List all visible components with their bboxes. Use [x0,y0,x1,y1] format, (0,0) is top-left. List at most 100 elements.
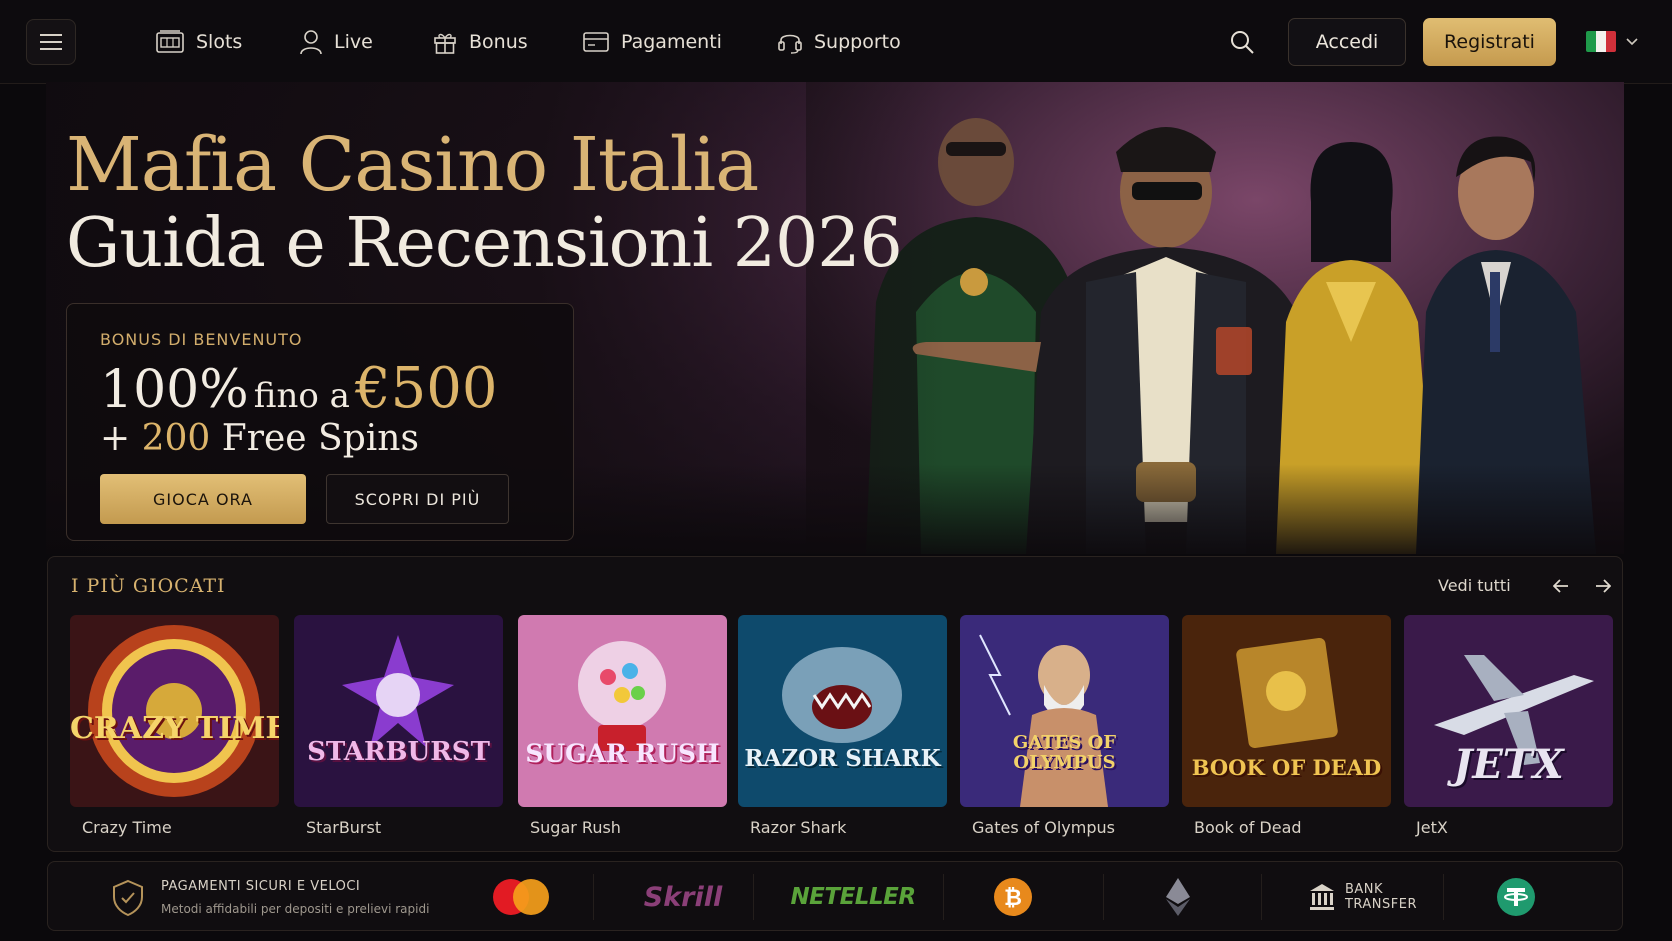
game-thumbnail[interactable]: JETX [1404,615,1613,807]
game-thumbnail[interactable]: STARBURST [294,615,503,807]
arrow-right-icon [1596,579,1611,593]
play-now-button[interactable]: GIOCA ORA [100,474,306,524]
divider [1261,874,1262,920]
payments-bar: PAGAMENTI SICURI E VELOCI Metodi affidab… [47,861,1623,931]
game-thumbnail[interactable]: GATES OF OLYMPUS [960,615,1169,807]
bonus-eyebrow: BONUS DI BENVENUTO [100,330,303,349]
sugar-rush-artwork [518,615,727,807]
hero-title-line2: Guida e Recensioni 2026 [66,204,903,283]
nav-label-supporto: Supporto [814,31,901,53]
nav-label-slots: Slots [196,31,243,53]
game-card[interactable]: STARBURST StarBurst [294,615,503,849]
bonus-spins-label: Free Spins [221,418,419,459]
bonus-plus: + [100,418,131,459]
nav-item-bonus[interactable]: Bonus [433,24,528,60]
jetx-logo: JETX [1453,741,1564,788]
top-header: Slots Live Bonus Pagamenti Supporto Acce… [0,0,1672,84]
game-name: Gates of Olympus [972,818,1115,837]
game-card[interactable]: GATES OF OLYMPUS Gates of Olympus [960,615,1169,849]
credit-card-icon [583,32,609,52]
divider [1443,874,1444,920]
nav-label-pagamenti: Pagamenti [621,31,722,53]
bank-transfer-logo: BANK TRANSFER [1303,862,1423,932]
skrill-logo: Skrill [643,881,723,913]
bank-icon [1309,884,1334,910]
bank-label-line1: BANK [1344,882,1384,897]
search-icon [1231,31,1254,54]
game-thumbnail[interactable]: RAZOR SHARK [738,615,947,807]
starburst-logo: STARBURST [307,737,490,767]
game-thumbnail[interactable]: SUGAR RUSH [518,615,727,807]
razor-shark-artwork [738,615,947,807]
nav-item-supporto[interactable]: Supporto [778,24,901,60]
search-button[interactable] [1227,27,1257,57]
bitcoin-icon: ₿ [994,878,1032,916]
menu-icon [40,34,62,50]
bank-transfer-label: BANK TRANSFER [1345,882,1417,912]
register-button[interactable]: Registrati [1423,18,1556,66]
divider [1103,874,1104,920]
nav-item-slots[interactable]: Slots [156,24,242,60]
see-all-link[interactable]: Vedi tutti [1438,576,1511,595]
game-name: Book of Dead [1194,818,1302,837]
razor-shark-logo: RAZOR SHARK [744,745,941,772]
bank-label-line2: TRANSFER [1344,897,1418,912]
login-button[interactable]: Accedi [1288,18,1406,66]
game-card[interactable]: RAZOR SHARK Razor Shark [738,615,947,849]
bonus-spins-count: 200 [141,418,211,459]
tether-logo [1486,862,1546,932]
nav-label-live: Live [334,31,373,53]
chevron-down-icon [1626,37,1638,45]
divider [593,874,594,920]
carousel-next-button[interactable] [1590,573,1616,599]
game-card[interactable]: CRAZY TIME Crazy Time [70,615,279,849]
gates-of-olympus-artwork [960,615,1169,807]
divider [753,874,754,920]
language-selector[interactable] [1586,31,1638,52]
bonus-percent: 100% [100,360,249,420]
game-card[interactable]: SUGAR RUSH Sugar Rush [518,615,727,849]
nav-item-pagamenti[interactable]: Pagamenti [583,24,722,60]
hamburger-menu-button[interactable] [26,19,76,65]
crazy-time-logo: CRAZY TIME [70,711,279,746]
mastercard-logo [486,862,556,932]
nav-item-live[interactable]: Live [300,24,373,60]
most-played-section: I PIÙ GIOCATI Vedi tutti CRAZY TIME Craz… [47,556,1623,852]
svg-text:₿: ₿ [1004,886,1022,911]
bitcoin-logo: ₿ [983,862,1043,932]
divider [943,874,944,920]
bonus-offer-line2: + 200 Free Spins [100,418,419,459]
game-name: Razor Shark [750,818,847,837]
learn-more-button[interactable]: SCOPRI DI PIÙ [326,474,509,524]
game-thumbnail[interactable]: BOOK OF DEAD [1182,615,1391,807]
user-icon [300,30,322,55]
slot-machine-icon [156,30,184,53]
shield-check-icon [113,879,143,917]
neteller-logo: NETELLER [790,884,916,910]
starburst-artwork [294,615,503,807]
headset-icon [778,34,802,54]
arrow-left-icon [1553,579,1568,593]
book-of-dead-logo: BOOK OF DEAD [1191,755,1382,780]
game-name: Sugar Rush [530,818,621,837]
italy-flag-icon [1586,31,1616,52]
bonus-offer-line1: 100% fino a €500 [100,356,498,421]
payments-subtitle: Metodi affidabili per depositi e preliev… [161,902,430,916]
carousel-prev-button[interactable] [1548,573,1574,599]
mastercard-icon [493,879,549,915]
hero-banner: Mafia Casino Italia Guida e Recensioni 2… [46,82,1624,554]
game-name: StarBurst [306,818,382,837]
game-name: Crazy Time [82,818,172,837]
bonus-amount: €500 [354,356,498,421]
game-thumbnail[interactable]: CRAZY TIME [70,615,279,807]
hero-title-line1: Mafia Casino Italia [66,122,759,208]
gates-of-olympus-logo: GATES OF OLYMPUS [1012,732,1117,773]
game-name: JetX [1416,818,1448,837]
game-card[interactable]: BOOK OF DEAD Book of Dead [1182,615,1391,849]
nav-label-bonus: Bonus [469,31,528,53]
bonus-upto: fino a [253,376,350,416]
game-card[interactable]: JETX JetX [1404,615,1613,849]
ethereum-logo [1148,862,1208,932]
gift-icon [434,33,456,54]
tether-icon [1497,878,1535,916]
